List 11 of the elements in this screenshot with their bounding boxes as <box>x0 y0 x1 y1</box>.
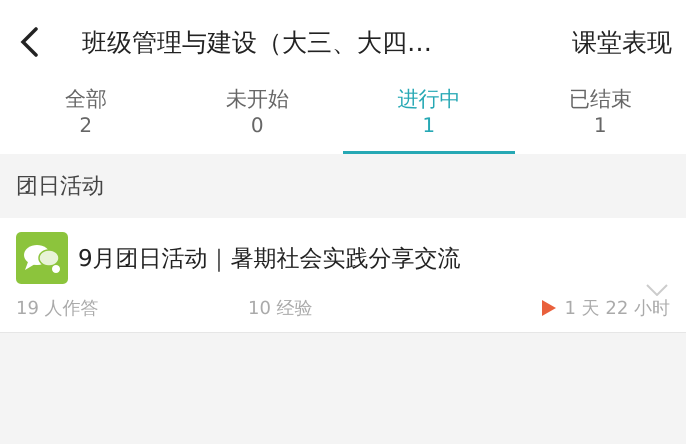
response-count: 19 人作答 <box>16 297 100 320</box>
time-remaining: 1 天 22 小时 <box>564 297 670 320</box>
activity-card[interactable]: 9月团日活动｜暑期社会实践分享交流 19 人作答 10 经验 1 天 22 小时 <box>0 218 686 333</box>
section-title: 团日活动 <box>16 173 104 201</box>
status-tab[interactable]: 已结束 1 <box>514 84 686 154</box>
performance-link[interactable]: 课堂表现 <box>572 26 672 58</box>
activity-title: 9月团日活动｜暑期社会实践分享交流 <box>78 244 462 274</box>
status-tab[interactable]: 未开始 0 <box>172 84 343 154</box>
page-title: 班级管理与建设（大三、大四… <box>82 26 433 58</box>
experience-points: 10 经验 <box>248 297 314 320</box>
status-tab[interactable]: 全部 2 <box>0 84 172 154</box>
